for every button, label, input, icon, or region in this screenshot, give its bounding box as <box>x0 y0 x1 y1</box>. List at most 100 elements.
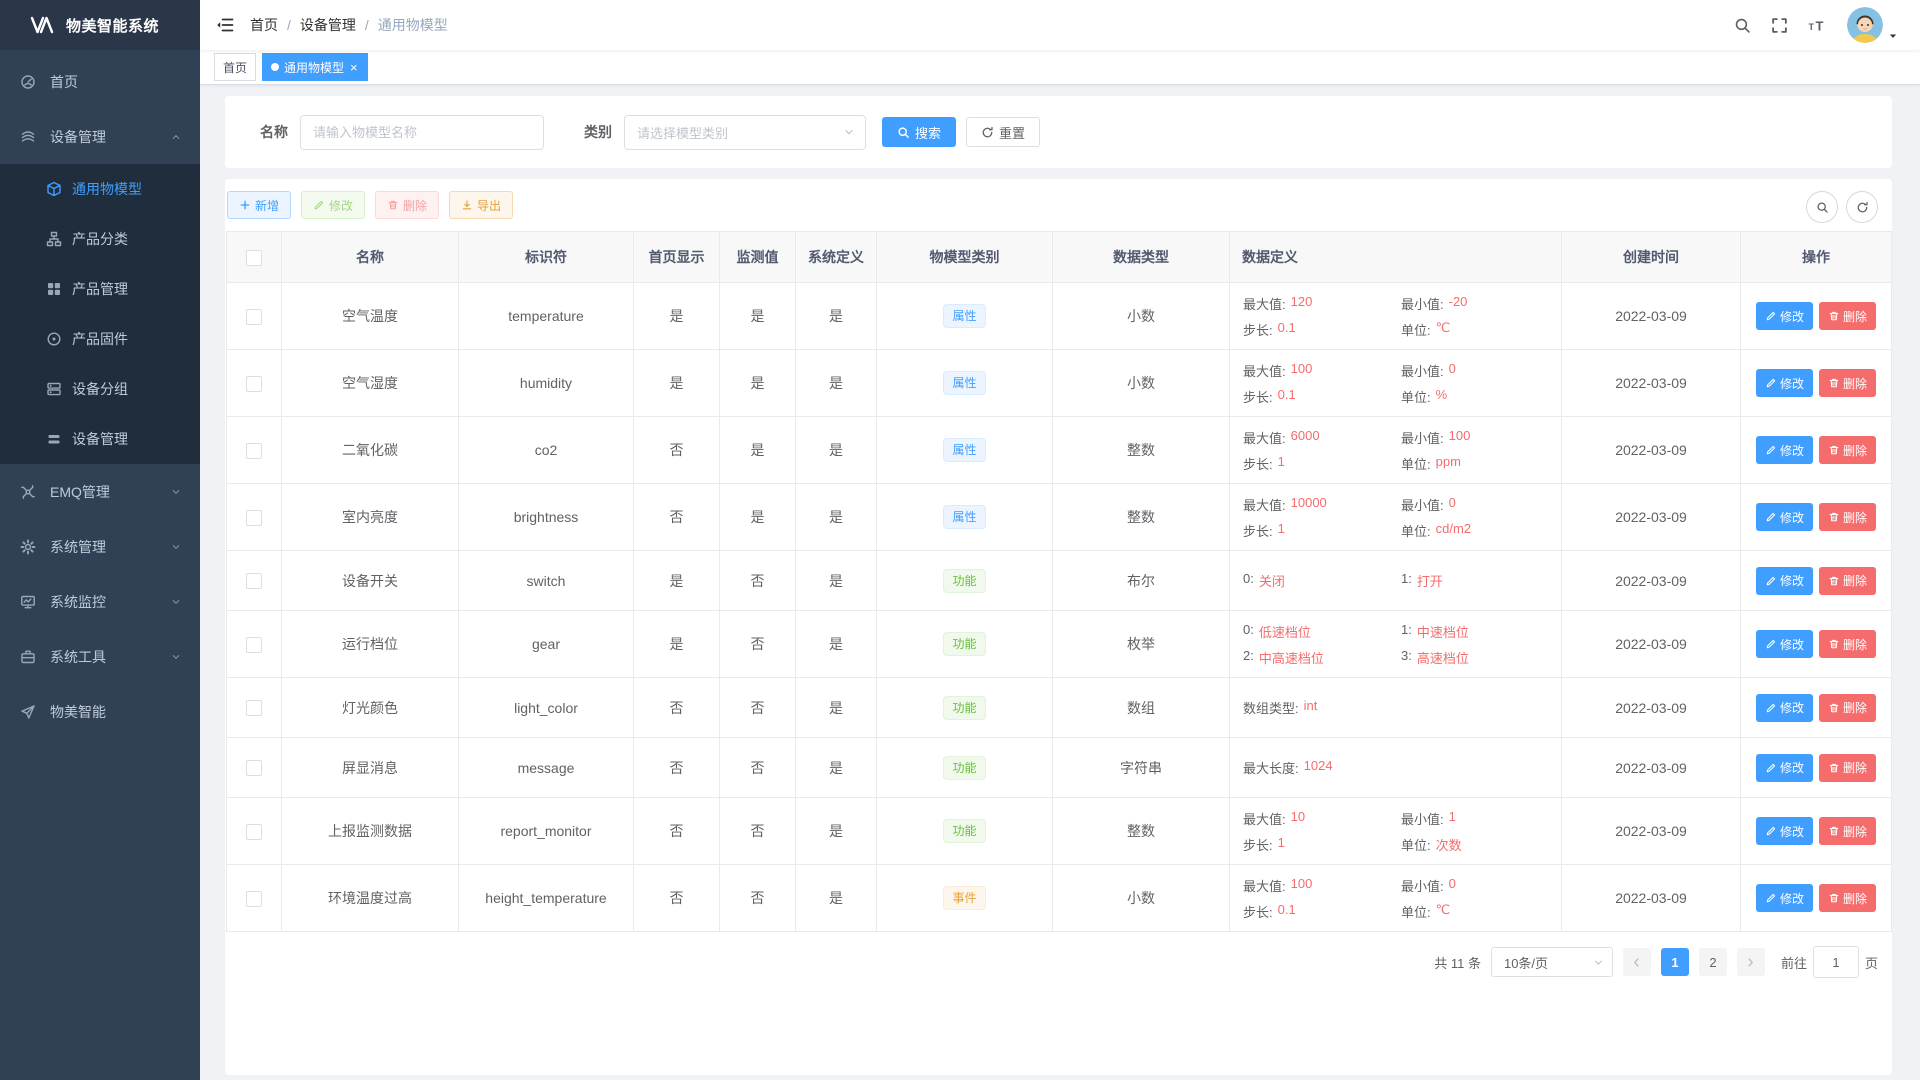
cell-data-type: 枚举 <box>1053 611 1230 678</box>
cell-monitor-value: 是 <box>720 350 796 417</box>
row-checkbox[interactable] <box>246 443 262 459</box>
row-delete-button[interactable]: 删除 <box>1819 630 1876 658</box>
delete-button[interactable]: 删除 <box>375 191 439 219</box>
cell-name: 上报监测数据 <box>282 798 459 865</box>
search-button[interactable]: 搜索 <box>882 117 956 147</box>
name-filter-input[interactable] <box>300 115 544 150</box>
row-delete-button[interactable]: 删除 <box>1819 817 1876 845</box>
sidebar-item-device-group[interactable]: 设备分组 <box>0 364 200 414</box>
reset-button[interactable]: 重置 <box>966 117 1040 147</box>
goto-page-input[interactable] <box>1813 946 1859 978</box>
hamburger-icon[interactable] <box>216 16 234 34</box>
add-button[interactable]: 新增 <box>227 191 291 219</box>
row-delete-button[interactable]: 删除 <box>1819 302 1876 330</box>
search-icon[interactable] <box>1734 17 1751 34</box>
row-edit-button[interactable]: 修改 <box>1756 630 1813 658</box>
sidebar-item-wumei-smart[interactable]: 物美智能 <box>0 684 200 739</box>
sidebar-item-emq-mgmt[interactable]: EMQ管理 <box>0 464 200 519</box>
select-all-checkbox[interactable] <box>246 250 262 266</box>
refresh-icon[interactable] <box>1846 191 1878 223</box>
cell-home-display: 否 <box>634 417 720 484</box>
row-checkbox[interactable] <box>246 376 262 392</box>
sidebar-item-system-mgmt[interactable]: 系统管理 <box>0 519 200 574</box>
row-delete-button[interactable]: 删除 <box>1819 884 1876 912</box>
row-edit-button[interactable]: 修改 <box>1756 817 1813 845</box>
row-checkbox[interactable] <box>246 760 262 776</box>
row-delete-button[interactable]: 删除 <box>1819 754 1876 782</box>
breadcrumb-item[interactable]: 设备管理 <box>300 15 356 35</box>
table-header-cell: 物模型类别 <box>877 232 1053 283</box>
table-row: 空气温度temperature是是是属性小数最大值:120最小值:-20步长:0… <box>227 283 1892 350</box>
row-edit-button[interactable]: 修改 <box>1756 754 1813 782</box>
row-checkbox[interactable] <box>246 510 262 526</box>
cell-data-type: 小数 <box>1053 350 1230 417</box>
data-def-value: 100 <box>1291 361 1313 380</box>
data-def-value: ℃ <box>1436 320 1451 339</box>
data-def-item: 步长:1 <box>1243 835 1285 854</box>
filter-card: 名称 类别 请选择模型类别 搜索 重置 <box>225 96 1892 168</box>
data-def-value: 0.1 <box>1278 387 1296 406</box>
row-checkbox[interactable] <box>246 573 262 589</box>
row-edit-button[interactable]: 修改 <box>1756 503 1813 531</box>
fullscreen-icon[interactable] <box>1771 17 1788 34</box>
table-header-cell: 数据类型 <box>1053 232 1230 283</box>
row-checkbox[interactable] <box>246 309 262 325</box>
page-button[interactable]: 2 <box>1699 948 1727 976</box>
avatar[interactable] <box>1847 7 1883 43</box>
data-def-item: 单位:℃ <box>1401 320 1450 339</box>
row-checkbox[interactable] <box>246 891 262 907</box>
row-delete-button[interactable]: 删除 <box>1819 567 1876 595</box>
font-size-icon[interactable]: TT <box>1808 17 1827 34</box>
prev-page-button[interactable] <box>1623 948 1651 976</box>
sidebar-item-system-tools[interactable]: 系统工具 <box>0 629 200 684</box>
export-button[interactable]: 导出 <box>449 191 513 219</box>
cell-data-definition: 最大值:6000最小值:100步长:1单位:ppm <box>1230 417 1562 484</box>
row-edit-button[interactable]: 修改 <box>1756 302 1813 330</box>
data-def-label: 单位: <box>1401 902 1431 921</box>
row-checkbox[interactable] <box>246 637 262 653</box>
data-def-item: 最大值:120 <box>1243 294 1312 313</box>
thing-model-table: 名称标识符首页显示监测值系统定义物模型类别数据类型数据定义创建时间操作 空气温度… <box>226 231 1892 932</box>
sidebar-item-device-mgmt[interactable]: 设备管理 <box>0 109 200 164</box>
category-select[interactable]: 请选择模型类别 <box>624 115 866 150</box>
page-size-select[interactable]: 10条/页 <box>1491 947 1613 977</box>
sidebar-item-system-monitor[interactable]: 系统监控 <box>0 574 200 629</box>
page-button[interactable]: 1 <box>1661 948 1689 976</box>
sidebar-item-product-category[interactable]: 产品分类 <box>0 214 200 264</box>
sidebar-item-home[interactable]: 首页 <box>0 54 200 109</box>
row-delete-button[interactable]: 删除 <box>1819 369 1876 397</box>
row-delete-button[interactable]: 删除 <box>1819 503 1876 531</box>
next-page-button[interactable] <box>1737 948 1765 976</box>
show-search-icon[interactable] <box>1806 191 1838 223</box>
row-checkbox[interactable] <box>246 700 262 716</box>
sidebar-item-thing-model[interactable]: 通用物模型 <box>0 164 200 214</box>
row-edit-button[interactable]: 修改 <box>1756 694 1813 722</box>
cell-category: 属性 <box>877 350 1053 417</box>
submenu: 通用物模型产品分类产品管理产品固件设备分组设备管理 <box>0 164 200 464</box>
row-delete-button[interactable]: 删除 <box>1819 436 1876 464</box>
category-tag: 功能 <box>943 569 985 593</box>
sidebar-item-label: 产品管理 <box>72 279 128 299</box>
tab-home[interactable]: 首页 <box>214 53 256 81</box>
data-def-item: 步长:0.1 <box>1243 387 1296 406</box>
sidebar-item-product-mgmt[interactable]: 产品管理 <box>0 264 200 314</box>
edit-button[interactable]: 修改 <box>301 191 365 219</box>
user-menu[interactable] <box>1847 7 1898 43</box>
row-edit-button[interactable]: 修改 <box>1756 884 1813 912</box>
cell-created-time: 2022-03-09 <box>1562 678 1741 738</box>
tab-thing-model[interactable]: 通用物模型 × <box>262 53 368 81</box>
app-title: 物美智能系统 <box>66 15 159 36</box>
row-edit-button[interactable]: 修改 <box>1756 369 1813 397</box>
data-def-value: 10 <box>1291 809 1305 828</box>
row-edit-button[interactable]: 修改 <box>1756 567 1813 595</box>
cell-data-type: 整数 <box>1053 484 1230 551</box>
close-icon[interactable]: × <box>349 61 359 74</box>
row-edit-button[interactable]: 修改 <box>1756 436 1813 464</box>
row-checkbox[interactable] <box>246 824 262 840</box>
row-delete-button[interactable]: 删除 <box>1819 694 1876 722</box>
data-def-item: 3:高速档位 <box>1401 648 1469 667</box>
sidebar-item-product-firmware[interactable]: 产品固件 <box>0 314 200 364</box>
breadcrumb-item[interactable]: 首页 <box>250 15 278 35</box>
cell-monitor-value: 是 <box>720 283 796 350</box>
sidebar-item-device-list[interactable]: 设备管理 <box>0 414 200 464</box>
